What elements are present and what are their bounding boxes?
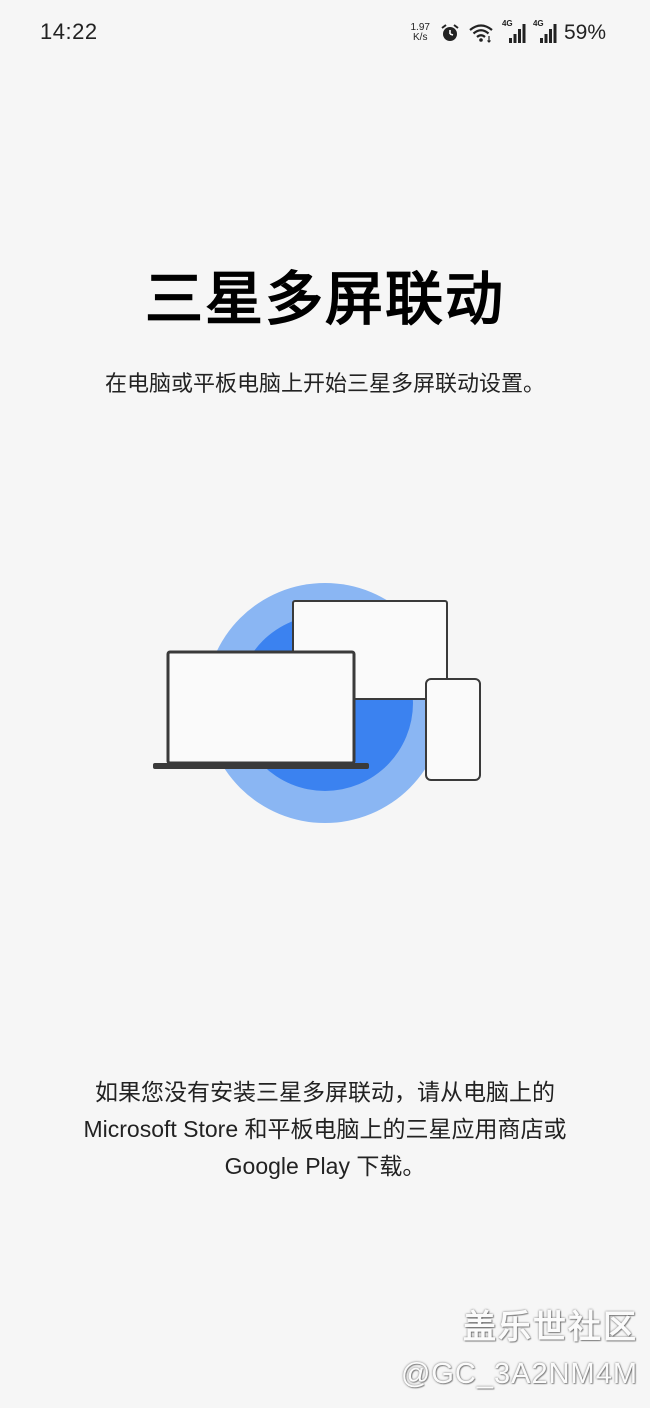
page-subtitle: 在电脑或平板电脑上开始三星多屏联动设置。 [104, 372, 545, 397]
watermark-brand: 盖乐世社区 [463, 1307, 638, 1346]
watermark: 盖乐世社区 @GC_3A2NM4M [401, 1300, 638, 1391]
battery-level: 59% [563, 21, 606, 44]
phone-icon [425, 678, 481, 781]
status-icons: 1.97 K/s 4G 4G 59% [411, 18, 607, 48]
install-instructions: 如果您没有安装三星多屏联动，请从电脑上的 Microsoft Store 和平板… [0, 1074, 650, 1185]
status-bar: 14:22 1.97 K/s 4G 4G 59% [0, 0, 650, 64]
signal-icon-1: 4G [501, 19, 526, 44]
install-instructions-line-1: 如果您没有安装三星多屏联动，请从电脑上的 [95, 1079, 555, 1105]
install-instructions-line-3: Google Play 下载。 [224, 1153, 426, 1179]
laptop-icon [153, 650, 369, 769]
signal-icon-2: 4G [532, 19, 557, 44]
install-instructions-line-2: Microsoft Store 和平板电脑上的三星应用商店或 [83, 1116, 567, 1142]
signal-label-1: 4G [501, 19, 513, 28]
network-speed: 1.97 K/s [411, 23, 430, 43]
wifi-icon [468, 23, 494, 43]
status-time: 14:22 [40, 19, 98, 44]
signal-label-2: 4G [532, 19, 544, 28]
multi-device-illustration [150, 578, 490, 828]
watermark-handle: @GC_3A2NM4M [400, 1358, 638, 1390]
alarm-icon [440, 23, 460, 43]
network-speed-unit: K/s [413, 32, 428, 43]
page-title: 三星多屏联动 [144, 265, 505, 333]
